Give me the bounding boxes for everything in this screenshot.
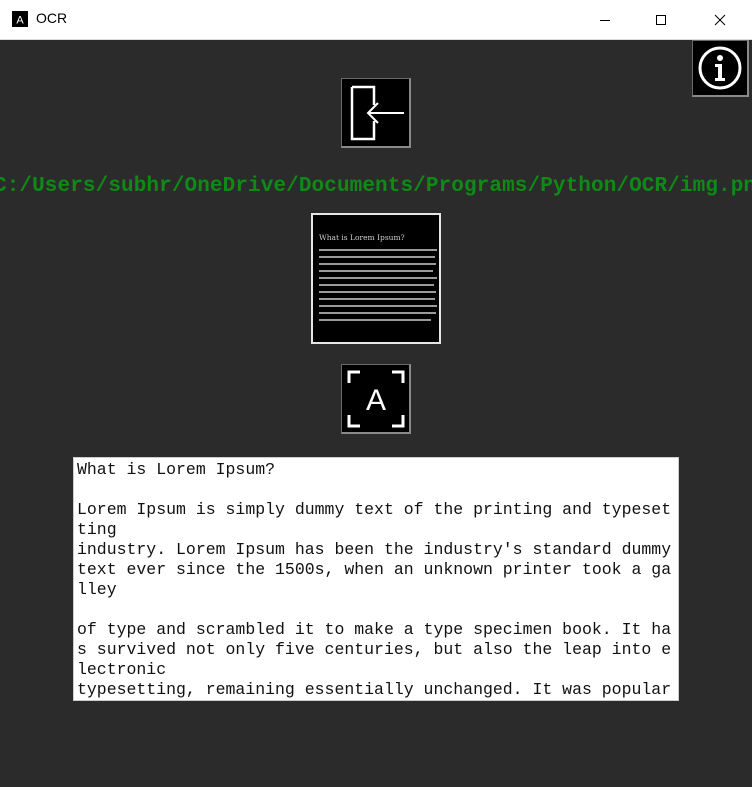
- output-line: s survived not only five centuries, but …: [77, 640, 672, 659]
- app-icon: A: [12, 11, 28, 27]
- output-line: of type and scrambled it to make a type …: [77, 620, 672, 639]
- svg-text:A: A: [16, 15, 24, 27]
- output-line: industry. Lorem Ipsum has been the indus…: [77, 540, 672, 559]
- minimize-icon: [600, 19, 610, 21]
- window-title: OCR: [36, 10, 68, 26]
- output-line: typesetting, remaining essentially uncha…: [77, 680, 672, 699]
- ocr-output-textbox[interactable]: What is Lorem Ipsum? Lorem Ipsum is simp…: [73, 457, 679, 701]
- close-icon: [714, 14, 726, 25]
- scan-text-icon: A: [347, 370, 404, 427]
- image-preview: What is Lorem Ipsum?: [311, 213, 441, 344]
- maximize-button[interactable]: [638, 0, 684, 39]
- info-button[interactable]: [692, 40, 749, 97]
- open-file-icon: [350, 85, 404, 140]
- preview-text-lines: [319, 249, 437, 326]
- scan-glyph: A: [365, 384, 385, 417]
- output-line: Lorem Ipsum is simply dummy text of the …: [77, 500, 672, 519]
- file-path-label: C:/Users/subhr/OneDrive/Documents/Progra…: [0, 175, 752, 198]
- output-line: lley: [77, 580, 117, 599]
- output-line: lectronic: [77, 660, 167, 679]
- info-icon: [698, 46, 742, 90]
- maximize-icon: [656, 14, 666, 25]
- output-line: ting: [77, 520, 117, 539]
- extract-text-button[interactable]: A: [341, 364, 411, 434]
- preview-title: What is Lorem Ipsum?: [319, 233, 405, 242]
- minimize-button[interactable]: [582, 0, 628, 39]
- title-bar[interactable]: A OCR: [0, 0, 752, 40]
- output-line: What is Lorem Ipsum?: [77, 460, 276, 479]
- close-button[interactable]: [697, 0, 743, 39]
- open-image-button[interactable]: [341, 78, 411, 148]
- output-line: text ever since the 1500s, when an unkno…: [77, 560, 672, 579]
- ocr-window: A OCR C:/Users/subhr/OneDrive/Documents/…: [0, 0, 752, 787]
